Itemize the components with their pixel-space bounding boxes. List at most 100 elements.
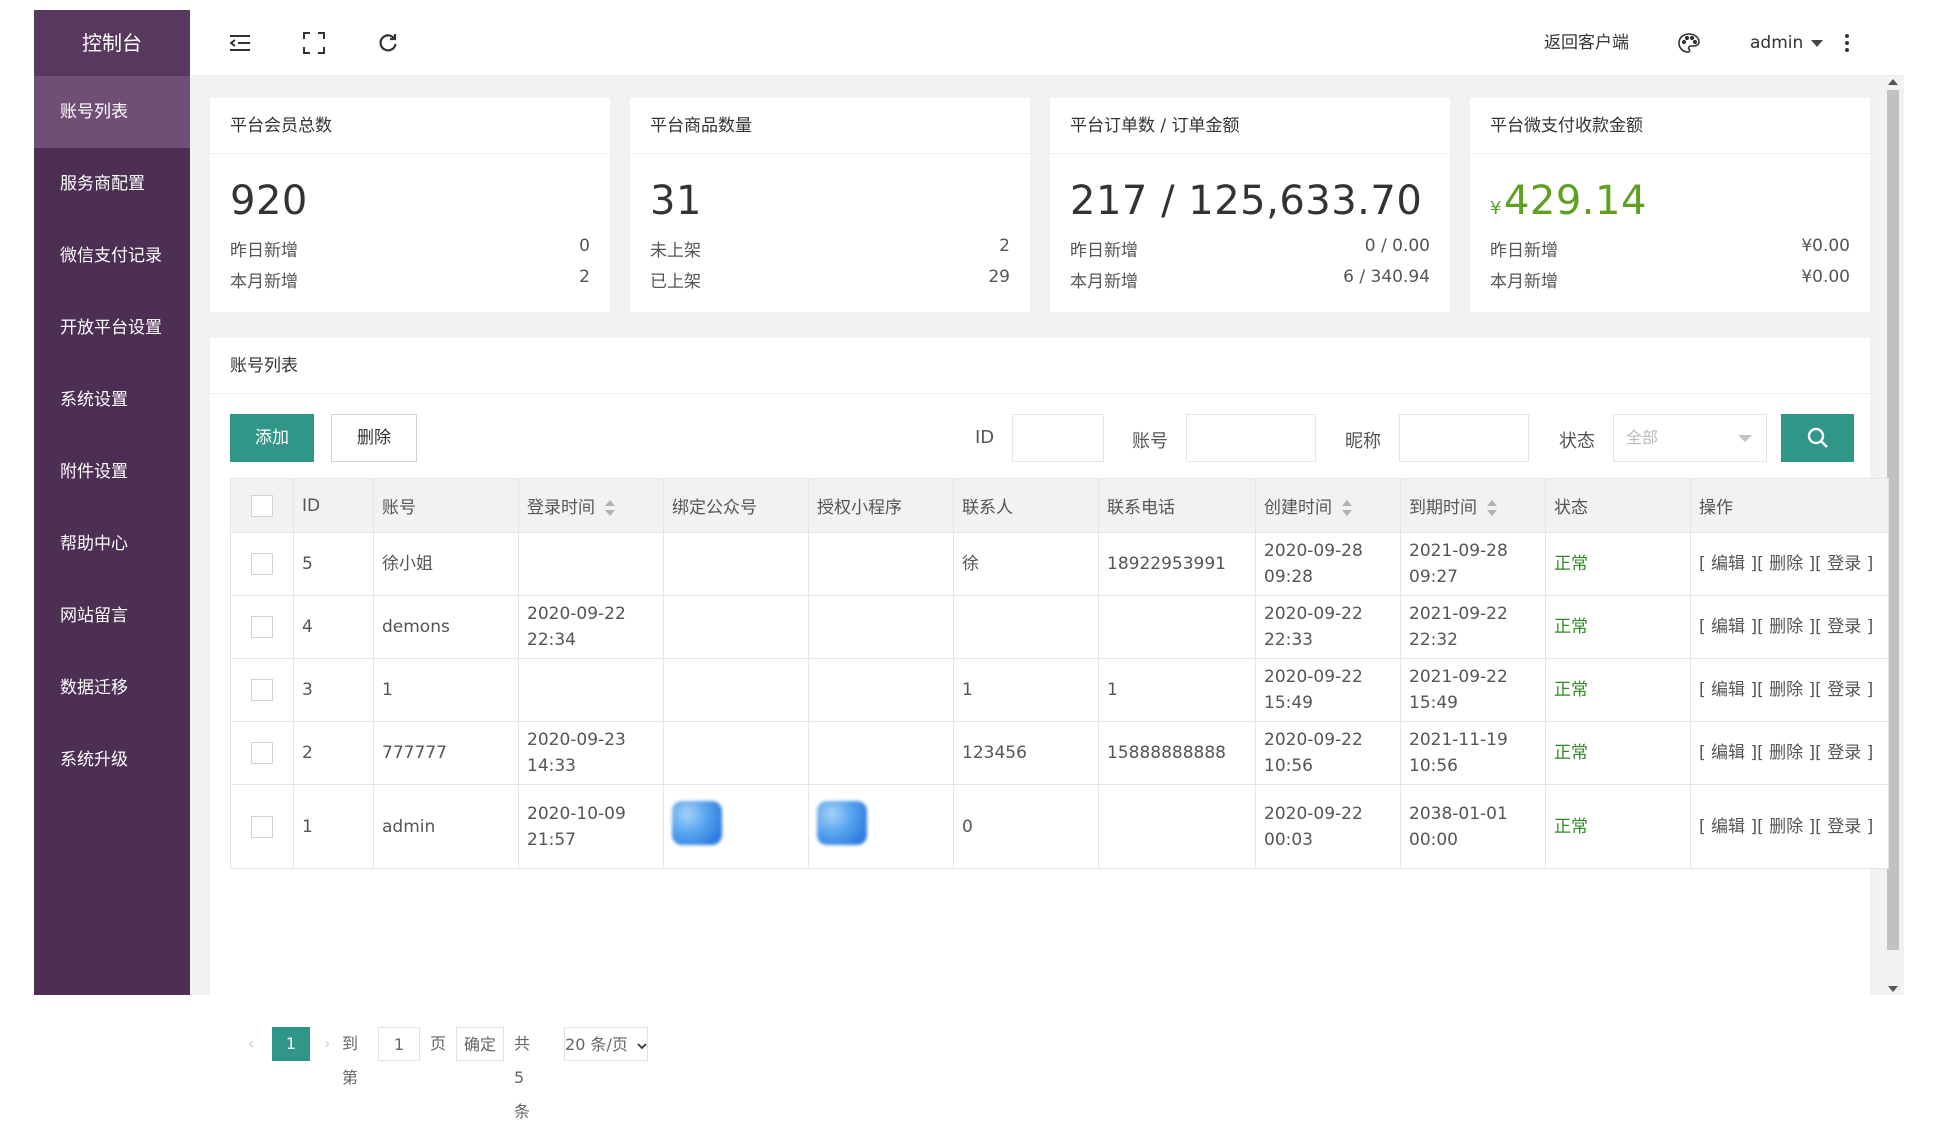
sort-icon[interactable] (1342, 500, 1352, 516)
cell-actions: [ 编辑 ][ 删除 ][ 登录 ] (1690, 595, 1889, 659)
sidebar-item-system-settings[interactable]: 系统设置 (34, 364, 190, 436)
account-filter-input[interactable] (1186, 414, 1316, 462)
row-checkbox[interactable] (251, 679, 273, 701)
sidebar-item-open-platform[interactable]: 开放平台设置 (34, 292, 190, 364)
goto-confirm-button[interactable]: 确定 (456, 1027, 504, 1061)
stat-card-members: 平台会员总数 920 昨日新增 0 本月新增 2 (210, 98, 610, 312)
cell-login-time: 2020-09-22 22:34 (518, 595, 664, 659)
sidebar-item-attachment-settings[interactable]: 附件设置 (34, 436, 190, 508)
stat-row-value: 0 (579, 236, 590, 256)
row-checkbox[interactable] (251, 742, 273, 764)
login-link[interactable]: [ 登录 ] (1815, 743, 1873, 763)
sidebar-item-wechat-pay-records[interactable]: 微信支付记录 (34, 220, 190, 292)
stat-row: 未上架 2 (650, 236, 1010, 261)
edit-link[interactable]: [ 编辑 ] (1699, 680, 1757, 700)
login-link[interactable]: [ 登录 ] (1815, 554, 1873, 574)
table-row[interactable]: 1 admin 2020-10-09 21:57 0 2020-09-22 00:03 2… (230, 784, 1889, 869)
stat-card-title: 平台微支付收款金额 (1470, 98, 1870, 154)
table-row[interactable]: 4 demons 2020-09-22 22:34 2020-09-22 22:33 2… (230, 595, 1889, 659)
col-mini-program: 授权小程序 (808, 478, 954, 533)
more-vertical-icon[interactable] (1832, 28, 1862, 58)
edit-link[interactable]: [ 编辑 ] (1699, 817, 1757, 837)
id-filter-input[interactable] (1012, 414, 1104, 462)
cell-created: 2020-09-22 15:49 (1255, 658, 1401, 722)
delete-link[interactable]: [ 删除 ] (1757, 743, 1815, 763)
login-link[interactable]: [ 登录 ] (1815, 817, 1873, 837)
cell-official-account (663, 532, 809, 596)
delete-link[interactable]: [ 删除 ] (1757, 554, 1815, 574)
edit-link[interactable]: [ 编辑 ] (1699, 617, 1757, 637)
per-page-select[interactable]: 20 条/页 (564, 1027, 648, 1061)
nickname-filter-input[interactable] (1399, 414, 1529, 462)
login-link[interactable]: [ 登录 ] (1815, 680, 1873, 700)
cell-account: 777777 (373, 721, 519, 785)
cell-actions: [ 编辑 ][ 删除 ][ 登录 ] (1690, 532, 1889, 596)
sidebar-item-provider-config[interactable]: 服务商配置 (34, 148, 190, 220)
stat-card-title: 平台订单数 / 订单金额 (1050, 98, 1450, 154)
cell-actions: [ 编辑 ][ 删除 ][ 登录 ] (1690, 721, 1889, 785)
cell-id: 5 (293, 532, 374, 596)
col-expires[interactable]: 到期时间 (1400, 478, 1546, 533)
page-1-button[interactable]: 1 (272, 1027, 310, 1061)
table-row[interactable]: 3 1 1 1 2020-09-22 15:49 2021-09-22 15:49 正常[ … (230, 658, 1889, 722)
id-filter-label: ID (975, 427, 995, 448)
cell-id: 4 (293, 595, 374, 659)
select-all-cell (230, 478, 294, 533)
delete-link[interactable]: [ 删除 ] (1757, 617, 1815, 637)
delete-link[interactable]: [ 删除 ] (1757, 817, 1815, 837)
refresh-icon[interactable] (373, 28, 403, 58)
sidebar-item-messages[interactable]: 网站留言 (34, 580, 190, 652)
palette-icon[interactable] (1674, 28, 1704, 58)
cell-account: 1 (373, 658, 519, 722)
row-checkbox[interactable] (251, 616, 273, 638)
status-filter-select[interactable]: 全部 (1613, 414, 1767, 462)
sort-icon[interactable] (1487, 500, 1497, 516)
login-link[interactable]: [ 登录 ] (1815, 617, 1873, 637)
sidebar-logo[interactable]: 控制台 (34, 10, 190, 76)
cell-phone: 15888888888 (1098, 721, 1256, 785)
add-button[interactable]: 添加 (230, 414, 314, 462)
search-button[interactable] (1781, 414, 1854, 462)
sidebar-item-account-list[interactable]: 账号列表 (34, 76, 190, 148)
sidebar-item-help-center[interactable]: 帮助中心 (34, 508, 190, 580)
cell-created: 2020-09-22 10:56 (1255, 721, 1401, 785)
row-select-cell (230, 721, 294, 785)
sidebar-item-system-upgrade[interactable]: 系统升级 (34, 724, 190, 796)
cell-phone: 18922953991 (1098, 532, 1256, 596)
stat-row-label: 昨日新增 (230, 241, 298, 261)
select-all-checkbox[interactable] (251, 494, 273, 517)
accounts-table: ID 账号 登录时间 绑定公众号 授权小程序 联系人 联系电话 创建时间 到期时… (230, 478, 1889, 869)
table-row[interactable]: 5 徐小姐 徐 18922953991 2020-09-28 09:28 2021-09-… (230, 532, 1889, 596)
col-created[interactable]: 创建时间 (1255, 478, 1401, 533)
cell-status: 正常 (1545, 721, 1691, 785)
edit-link[interactable]: [ 编辑 ] (1699, 554, 1757, 574)
sidebar-item-data-migration[interactable]: 数据迁移 (34, 652, 190, 724)
edit-link[interactable]: [ 编辑 ] (1699, 743, 1757, 763)
scroll-down-icon[interactable] (1888, 986, 1898, 992)
cell-expires: 2021-09-28 09:27 (1400, 532, 1546, 596)
stat-card-value: 217 / 125,633.70 (1070, 178, 1423, 224)
sort-icon[interactable] (605, 500, 615, 516)
stat-card-products: 平台商品数量 31 未上架 2 已上架 29 (630, 98, 1030, 312)
stat-row: 已上架 29 (650, 267, 1010, 292)
col-contact: 联系人 (953, 478, 1099, 533)
per-page-value: 20 条/页 (565, 1035, 628, 1054)
stat-row-value: 29 (988, 267, 1010, 287)
row-checkbox[interactable] (251, 553, 273, 575)
menu-fold-icon[interactable] (226, 28, 256, 58)
prev-page-icon[interactable]: ‹ (248, 1027, 254, 1061)
user-menu[interactable]: admin (1750, 10, 1824, 76)
fullscreen-icon[interactable] (299, 28, 329, 58)
col-login-time[interactable]: 登录时间 (518, 478, 664, 533)
table-row[interactable]: 2 777777 2020-09-23 14:33 123456 15888888888… (230, 721, 1889, 785)
cell-expires: 2038-01-01 00:00 (1400, 784, 1546, 869)
delete-button[interactable]: 删除 (331, 414, 417, 462)
goto-page-input[interactable]: 1 (378, 1027, 420, 1061)
row-checkbox[interactable] (251, 815, 273, 838)
next-page-icon[interactable]: › (324, 1027, 330, 1061)
scroll-up-icon[interactable] (1888, 79, 1898, 85)
chevron-down-icon (637, 1043, 647, 1050)
cell-phone (1098, 595, 1256, 659)
delete-link[interactable]: [ 删除 ] (1757, 680, 1815, 700)
back-to-client-link[interactable]: 返回客户端 (1544, 10, 1629, 76)
